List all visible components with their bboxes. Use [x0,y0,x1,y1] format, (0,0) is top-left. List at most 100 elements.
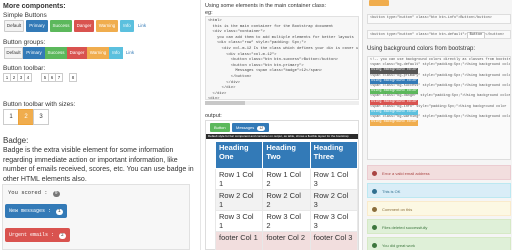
danger-button[interactable]: Danger [74,20,94,32]
table-cell: Row 1 Col 1 [214,168,264,190]
new-messages-label: New messages : [9,208,52,214]
button-groups-label: Button groups: [3,39,46,46]
simple-buttons-label: Simple Buttons [3,12,47,19]
scored-badge: 9 [52,191,60,197]
alert-text: Comment on this [382,207,413,212]
code-horizontal-scrollbar[interactable] [205,101,359,105]
background-colors-code: <!-- you can use background colors direc… [367,56,511,160]
group-danger-button[interactable]: Danger [67,47,87,59]
error-icon [372,171,377,176]
scored-label: You scored : [8,189,48,196]
table-row: Row 1 Col 1 Row 1 Col 2 Row 1 Col 3 [214,168,359,190]
alert-success-2: You did great work [367,237,511,250]
output-label: output: [205,113,222,119]
table-cell: Row 1 Col 2 [262,168,311,190]
table-cell: Row 3 Col 2 [262,210,311,232]
table-header: Heading One [214,141,264,169]
background-colors-title: Using background colors from bootstrap: [367,46,476,52]
group-info-button[interactable]: Info [109,47,123,59]
button-toolbar-group-1: 1 2 3 4 [3,73,32,82]
success-button[interactable]: Success [50,20,72,32]
scrollbar-thumb[interactable] [205,101,245,105]
info-button[interactable]: Info [120,20,134,32]
link-button[interactable]: Link [136,20,148,32]
default-button-code: <button type="button" class="btn btn-def… [367,30,511,39]
button-toolbar-group-2: 5 6 7 [41,73,63,82]
info-button-code: <button type="button" class="btn btn-inf… [367,14,511,24]
group-link-button[interactable]: Link [124,47,136,59]
table-cell: footer Col 2 [262,231,311,250]
alert-text: Error a valid email address [382,171,430,176]
table-footer-row: footer Col 1 footer Col 2 footer Col 3 [214,231,359,250]
primary-button[interactable]: Primary [26,20,48,32]
table-row: Row 3 Col 1 Row 3 Col 2 Row 3 Col 3 [214,210,359,232]
table-cell: Row 2 Col 2 [262,189,311,211]
code-sample-button[interactable]: Button [466,32,486,38]
group-primary-button[interactable]: Primary [23,47,45,59]
toolbar-button-8[interactable]: 8 [69,73,77,82]
output-messages-label: Messages [236,125,255,130]
bg-warning-swatch: Using background color [370,120,419,126]
new-messages-button[interactable]: New messages : 1 [5,204,67,218]
container-section-title: Using some elements in the main containe… [205,3,327,9]
output-messages-badge: 12 [257,126,266,131]
button-toolbar-group-3: 8 [69,73,77,82]
alert-warning: Comment on this [367,201,511,216]
badge-description: Badge is the extra visible element for s… [3,147,194,184]
urgent-emails-label: Urgent emails : [9,232,55,238]
table-cell: Row 3 Col 1 [214,210,264,232]
right-panel: <button type="button" class="btn btn-inf… [362,0,512,250]
alert-text: This is OK [382,189,401,194]
warning-icon [372,207,377,212]
default-button[interactable]: Default [4,20,24,32]
container-code-block: <html> this is the main container for th… [205,16,359,100]
output-dark-strip: Default style for bar component and cont… [206,134,358,139]
table-cell: Row 2 Col 1 [214,189,264,211]
table-header-row: Heading One Heading Two Heading Three [214,141,359,169]
output-table: Heading One Heading Two Heading Three Ro… [214,141,359,250]
toolbar-sizes-label: Button toolbar with sizes: [3,101,76,108]
more-components-heading: More components: [3,3,66,10]
table-header: Heading Three [309,141,359,169]
code-prefix: <button type="button" class="btn btn-def… [370,33,467,37]
group-success-button[interactable]: Success [45,47,67,59]
check-icon [372,243,377,248]
group-warning-button[interactable]: Warning [87,47,109,59]
new-messages-badge: 1 [56,209,63,215]
button-toolbar-label: Button toolbar: [3,65,46,72]
table-cell: footer Col 3 [309,231,359,250]
alert-info: This is OK [367,183,511,198]
toolbar-button-4[interactable]: 4 [24,73,32,82]
warning-button[interactable]: Warning [96,20,118,32]
check-icon [372,225,377,230]
size-button-3[interactable]: 3 [33,109,49,125]
urgent-emails-button[interactable]: Urgent emails : 2 [5,228,70,242]
alert-text: You did great work [382,243,415,248]
code-suffix: </button> [485,33,505,37]
urgent-emails-badge: 2 [59,233,66,239]
output-messages-button[interactable]: Messages 12 [232,123,270,132]
table-cell: footer Col 1 [214,231,264,250]
scored-line: You scored : 9 [8,189,60,197]
table-cell: Row 2 Col 3 [309,189,359,211]
table-row: Row 2 Col 1 Row 2 Col 2 Row 2 Col 3 [214,189,359,211]
table-cell: Row 3 Col 3 [309,210,359,232]
badge-heading: Badge: [3,136,29,145]
size-button-1[interactable]: 1 [3,109,19,125]
table-cell: Row 1 Col 3 [309,168,359,190]
info-icon [372,189,377,194]
warning-sample-button[interactable] [369,0,389,6]
toolbar-button-7[interactable]: 7 [55,73,63,82]
alert-success: Files deleted successfully [367,219,511,234]
table-header: Heading Two [262,141,311,169]
middle-panel: Using some elements in the main containe… [200,0,362,250]
alert-text: Files deleted successfully [382,225,428,230]
output-button[interactable]: Button [210,123,230,132]
bg-default-swatch: Using background color [370,68,419,74]
output-preview: Button Messages 12 Default style for bar… [205,120,359,250]
left-panel: More components: Simple Buttons Default … [0,0,200,250]
sized-toolbar: 1 2 3 [3,109,49,125]
size-button-2-active[interactable]: 2 [18,109,34,125]
alert-danger: Error a valid email address [367,165,511,180]
group-default-button[interactable]: Default [4,47,23,59]
